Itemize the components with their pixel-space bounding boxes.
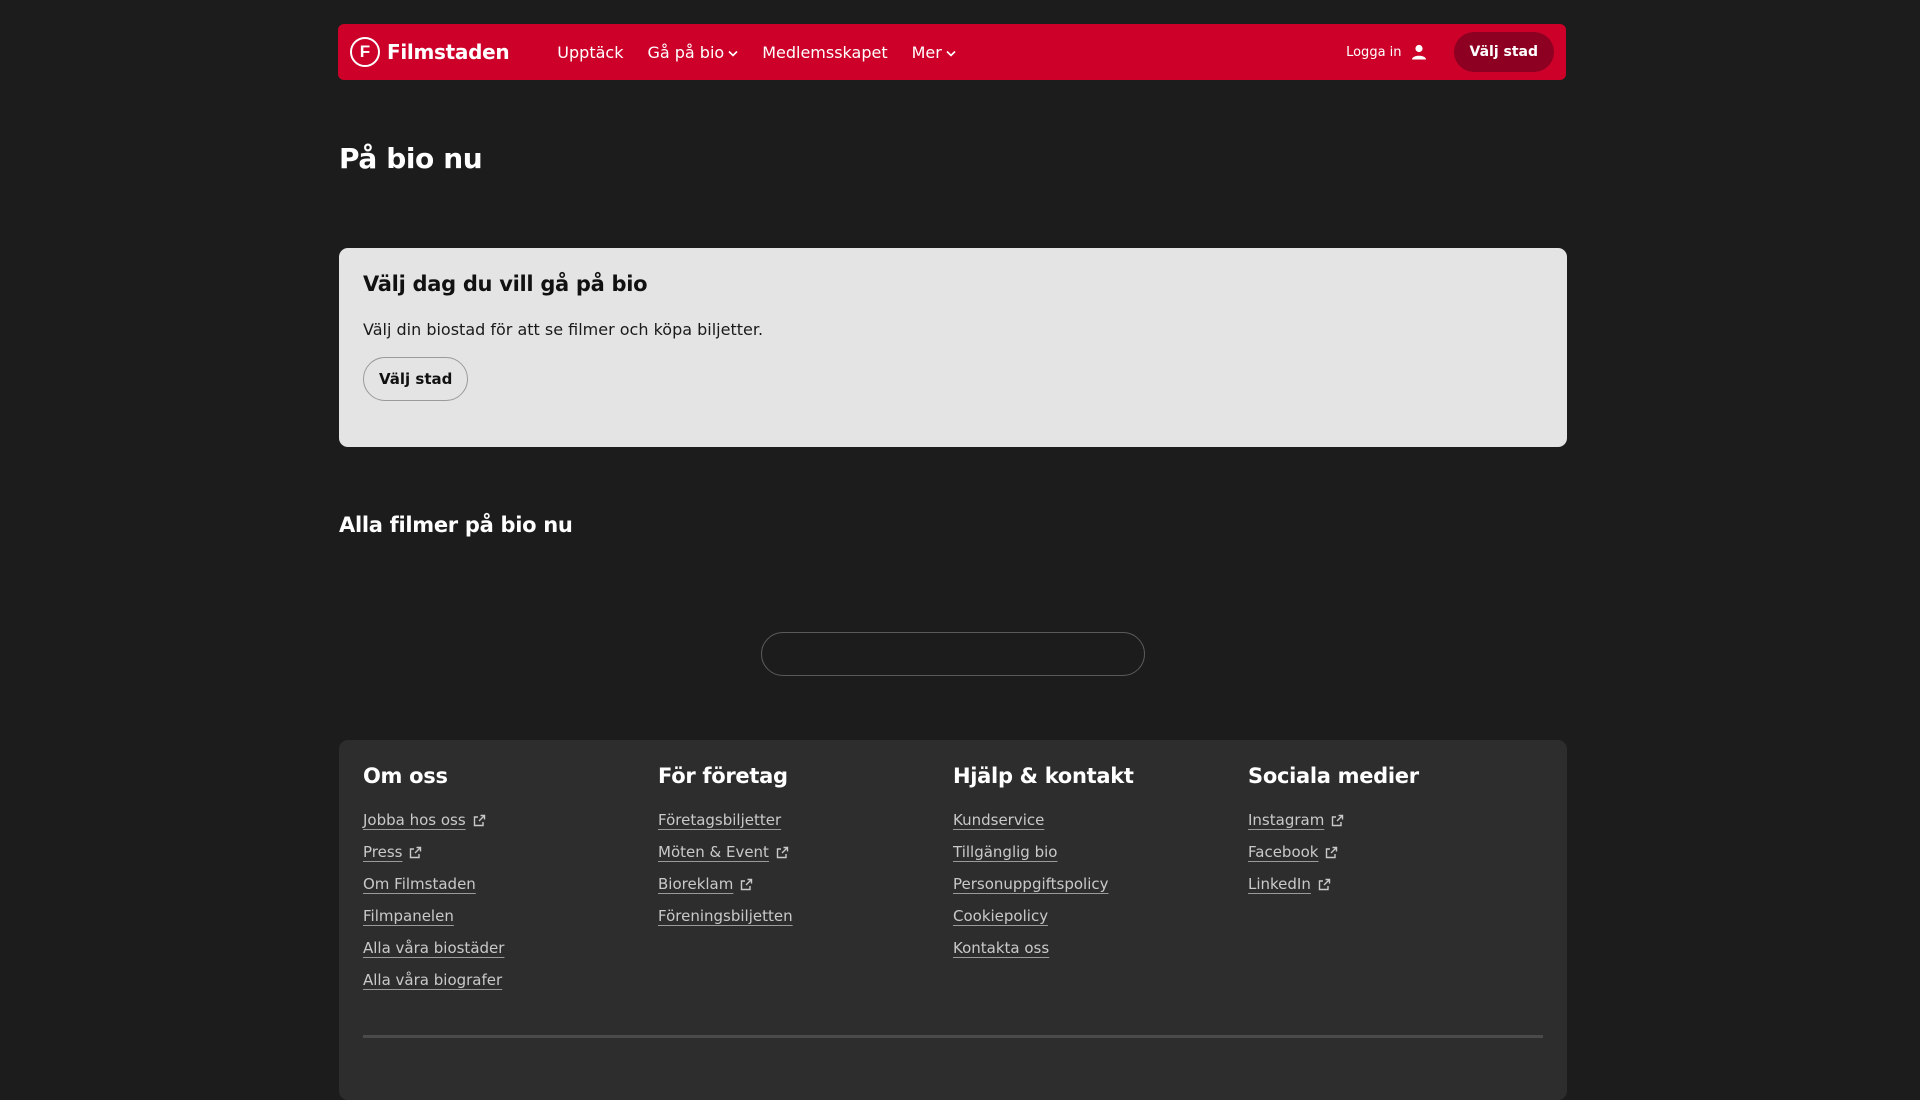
footer-column: Sociala medier Instagram Facebook LinkedIn <box>1248 764 1543 996</box>
footer-link[interactable]: Om Filmstaden <box>363 875 476 893</box>
card-heading: Välj dag du vill gå på bio <box>363 272 648 296</box>
footer-link[interactable]: Tillgänglig bio <box>953 843 1057 861</box>
footer-link[interactable]: Företagsbiljetter <box>658 811 781 829</box>
footer-link[interactable]: Jobba hos oss <box>363 811 466 829</box>
footer-link-item: Filmpanelen <box>363 900 658 932</box>
external-link-icon <box>740 878 753 891</box>
nav-item-label: Medlemsskapet <box>762 42 888 62</box>
chevron-down-icon <box>728 47 738 60</box>
footer-link[interactable]: Alla våra biostäder <box>363 939 504 957</box>
footer-columns: Om oss Jobba hos oss Press Om Filmstaden Fil… <box>363 764 1543 996</box>
footer-link-item: Om Filmstaden <box>363 868 658 900</box>
footer-link-item: Föreningsbiljetten <box>658 900 953 932</box>
footer-link[interactable]: Filmpanelen <box>363 907 454 925</box>
footer-link[interactable]: Möten & Event <box>658 843 769 861</box>
footer-link-item: Instagram <box>1248 804 1543 836</box>
footer-link[interactable]: Cookiepolicy <box>953 907 1048 925</box>
nav-item-mer[interactable]: Mer <box>912 43 956 62</box>
nav-item-upptack[interactable]: Upptäck <box>557 43 623 62</box>
footer-column: Hjälp & kontakt Kundservice Tillgänglig bi… <box>953 764 1248 996</box>
footer-link-item: Facebook <box>1248 836 1543 868</box>
footer-column-heading: Sociala medier <box>1248 764 1419 788</box>
header-actions: Logga in Välj stad <box>1346 32 1554 72</box>
footer-link-item: Alla våra biografer <box>363 964 658 996</box>
footer-link-item: Kontakta oss <box>953 932 1248 964</box>
external-link-icon <box>409 846 422 859</box>
brand-logo[interactable]: F Filmstaden <box>350 37 510 67</box>
footer-link-item: LinkedIn <box>1248 868 1543 900</box>
page-title: På bio nu <box>339 142 483 175</box>
footer-link-item: Bioreklam <box>658 868 953 900</box>
footer-link-item: Cookiepolicy <box>953 900 1248 932</box>
footer-column-heading: Hjälp & kontakt <box>953 764 1134 788</box>
footer-link[interactable]: Press <box>363 843 402 861</box>
footer-link-item: Personuppgiftspolicy <box>953 868 1248 900</box>
footer-column-heading: Om oss <box>363 764 448 788</box>
footer-link[interactable]: Bioreklam <box>658 875 733 893</box>
footer-link-list: Företagsbiljetter Möten & Event Bioreklam F… <box>658 804 953 932</box>
external-link-icon <box>776 846 789 859</box>
footer-link[interactable]: Kontakta oss <box>953 939 1049 957</box>
filmstaden-logo-icon: F <box>350 37 380 67</box>
nav-item-medlemsskapet[interactable]: Medlemsskapet <box>762 43 887 62</box>
login-label: Logga in <box>1346 44 1402 60</box>
brand-name: Filmstaden <box>387 40 510 64</box>
load-more-placeholder[interactable] <box>761 632 1145 676</box>
main-nav: Upptäck Gå på bio Medlemsskapet Mer <box>557 43 956 62</box>
external-link-icon <box>1318 878 1331 891</box>
card-description: Välj din biostad för att se filmer och k… <box>363 320 764 339</box>
nav-item-label: Mer <box>911 42 942 62</box>
external-link-icon <box>1325 846 1338 859</box>
external-link-icon <box>473 814 486 827</box>
footer-link-item: Möten & Event <box>658 836 953 868</box>
footer-link-item: Kundservice <box>953 804 1248 836</box>
footer-link[interactable]: Föreningsbiljetten <box>658 907 793 925</box>
footer-divider <box>363 1035 1543 1038</box>
chevron-down-icon <box>946 47 956 60</box>
footer-link-item: Press <box>363 836 658 868</box>
footer-link-list: Instagram Facebook LinkedIn <box>1248 804 1543 900</box>
footer-link[interactable]: LinkedIn <box>1248 875 1311 893</box>
select-city-card-button[interactable]: Välj stad <box>363 357 469 401</box>
footer-link-item: Jobba hos oss <box>363 804 658 836</box>
footer-link-item: Företagsbiljetter <box>658 804 953 836</box>
footer-column: Om oss Jobba hos oss Press Om Filmstaden Fil… <box>363 764 658 996</box>
external-link-icon <box>1331 814 1344 827</box>
movies-section-title: Alla filmer på bio nu <box>339 513 573 537</box>
select-city-button[interactable]: Välj stad <box>1453 32 1554 72</box>
site-footer: Om oss Jobba hos oss Press Om Filmstaden Fil… <box>339 740 1567 1100</box>
footer-link-list: Jobba hos oss Press Om Filmstaden Filmpanel… <box>363 804 658 996</box>
nav-item-label: Upptäck <box>557 42 624 62</box>
login-button[interactable]: Logga in <box>1346 43 1427 61</box>
nav-item-label: Gå på bio <box>647 42 725 62</box>
footer-link[interactable]: Personuppgiftspolicy <box>953 875 1109 893</box>
footer-link-item: Alla våra biostäder <box>363 932 658 964</box>
user-icon <box>1410 43 1428 61</box>
footer-link-item: Tillgänglig bio <box>953 836 1248 868</box>
footer-link[interactable]: Facebook <box>1248 843 1318 861</box>
footer-link-list: Kundservice Tillgänglig bio Personuppgifts… <box>953 804 1248 964</box>
footer-link[interactable]: Alla våra biografer <box>363 971 502 989</box>
site-header: F Filmstaden Upptäck Gå på bio Medlemssk… <box>338 24 1566 80</box>
footer-column: För företag Företagsbiljetter Möten & Even… <box>658 764 953 996</box>
footer-link[interactable]: Kundservice <box>953 811 1044 829</box>
date-selection-card: Välj dag du vill gå på bio Välj din bios… <box>339 248 1567 447</box>
footer-link[interactable]: Instagram <box>1248 811 1324 829</box>
nav-item-ga-pa-bio[interactable]: Gå på bio <box>647 43 738 62</box>
footer-column-heading: För företag <box>658 764 788 788</box>
